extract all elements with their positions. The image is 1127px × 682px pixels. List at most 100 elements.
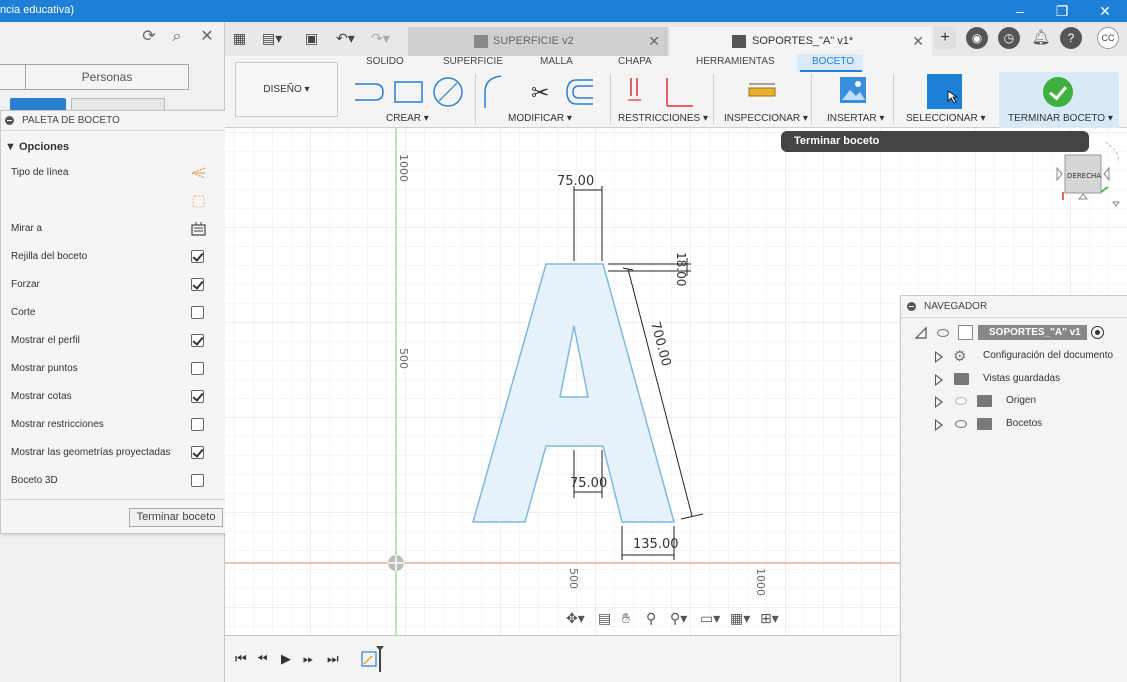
tab-boceto[interactable]: BOCETO [812,56,854,67]
close-button[interactable]: ✕ [1085,0,1125,22]
doc-tab-soportes[interactable]: SOPORTES_"A" v1* ✕ [670,27,932,56]
ribbon: SOLIDO SUPERFICIE MALLA CHAPA HERRAMIENT… [225,54,1127,128]
collapse-icon[interactable] [907,302,916,311]
folder-icon [977,395,992,407]
sketch-palette-title: PALETA DE BOCETO [22,115,120,126]
palette-option-checkbox[interactable] [191,474,204,487]
finish-sketch-check-icon[interactable] [1043,77,1073,107]
step-back-icon[interactable]: ⏪︎ [257,652,267,666]
tab-chapa[interactable]: CHAPA [618,56,652,67]
line-tool-icon [355,83,384,101]
close-icon[interactable]: ✕ [198,28,216,46]
go-to-start-icon[interactable]: ⏮ [235,652,247,666]
palette-option-checkbox[interactable] [191,278,204,291]
collapse-icon[interactable] [5,116,14,125]
view-cube[interactable]: DERECHA [1053,130,1127,210]
file-icon[interactable]: ▤▾ [262,29,282,47]
refresh-icon[interactable]: ⟳ [140,28,158,46]
undo-icon[interactable]: ↶▾ [336,29,355,47]
palette-option-checkbox[interactable] [191,334,204,347]
tab-solido[interactable]: SOLIDO [366,56,404,67]
sketch-palette-header[interactable]: PALETA DE BOCETO [1,111,231,131]
user-avatar[interactable]: CC [1097,27,1119,49]
grid-settings-icon[interactable]: ▦▾ [730,610,750,627]
palette-option-label: Corte [11,307,36,318]
restore-button[interactable]: ❐ [1042,0,1082,22]
pan-hand-icon[interactable]: ✋︎ [622,610,630,627]
navigator-item[interactable]: Origen [900,391,1127,413]
look-at-icon[interactable]: ▤ [598,610,611,627]
palette-option-label: Boceto 3D [11,475,58,486]
navigator-item[interactable]: Bocetos [900,414,1127,436]
visibility-eye-icon[interactable] [955,419,967,428]
line-type-icon[interactable] [189,165,207,181]
help-icon[interactable]: ? [1060,27,1082,49]
tab-people[interactable]: Personas [25,64,189,90]
fit-icon[interactable]: ⚲▾ [670,610,687,627]
expand-arrow-icon[interactable] [935,396,943,408]
palette-option-checkbox[interactable] [191,306,204,319]
tab-malla[interactable]: MALLA [540,56,573,67]
select-menu[interactable]: SELECCIONAR ▾ [906,113,985,124]
modify-menu[interactable]: MODIFICAR ▾ [508,113,572,124]
inspect-menu[interactable]: INSPECCIONAR ▾ [724,113,808,124]
finish-sketch-menu[interactable]: TERMINAR BOCETO ▾ [1008,113,1113,124]
navigator-header[interactable]: NAVEGADOR [901,296,1127,318]
go-to-end-icon[interactable]: ⏭ [327,652,339,666]
play-icon[interactable]: ▶ [281,652,291,666]
extensions-icon[interactable]: ◉ [966,27,988,49]
look-at-icon[interactable] [189,221,207,237]
expand-arrow-icon[interactable] [935,373,943,386]
palette-option-checkbox[interactable] [191,362,204,375]
tab-project[interactable] [0,64,26,90]
expand-arrow-icon[interactable] [935,418,943,431]
workspace-dropdown[interactable]: DISEÑO ▾ [235,62,338,117]
palette-option-checkbox[interactable] [191,446,204,459]
insert-menu[interactable]: INSERTAR ▾ [827,113,884,124]
expand-root-icon[interactable] [914,326,930,340]
new-tab-plus-icon[interactable]: + [934,27,956,49]
close-icon[interactable]: ✕ [648,27,660,56]
viewports-icon[interactable]: ⊞▾ [760,610,779,627]
grid-menu-icon[interactable]: ▦ [233,29,246,47]
navigation-toolbar: ✥▾ ▤ ✋︎ ⚲ ⚲▾ ▭▾ ▦▾ ⊞▾ [562,606,790,632]
options-heading[interactable]: ▼ Opciones [5,141,69,153]
dimension-foot-width: 135.00 [633,537,679,552]
dimension-top-height: 18.00 [674,252,688,286]
hidden-eye-icon[interactable] [955,397,967,405]
palette-option-checkbox[interactable] [191,418,204,431]
navigator-root[interactable]: SOPORTES_"A" v1 [978,325,1087,340]
doc-tab-superficie[interactable]: SUPERFICIE v2 ✕ [408,27,668,56]
expand-arrow-icon[interactable] [935,351,943,363]
minimize-button[interactable]: – [1000,0,1040,22]
redo-icon[interactable]: ↷▾ [371,29,390,47]
palette-option-label: Mostrar cotas [11,391,72,402]
visibility-eye-icon[interactable] [937,329,949,337]
timeline-sketch-feature-icon[interactable] [360,644,384,674]
palette-option-checkbox[interactable] [191,250,204,263]
palette-option-row: Mostrar las geometrías proyectadas [1,443,233,463]
step-forward-icon[interactable]: ⏩︎ [303,652,313,666]
job-status-icon[interactable]: ◷ [998,27,1020,49]
create-menu[interactable]: CREAR ▾ [386,113,429,124]
display-settings-icon[interactable]: ▭▾ [700,610,720,627]
palette-option-row: Mostrar cotas [1,387,233,407]
orbit-icon[interactable]: ✥▾ [566,610,585,627]
notifications-bell-icon[interactable]: 🔔︎ [1030,27,1052,49]
finish-sketch-button[interactable]: Terminar boceto [129,508,223,527]
navigator-item[interactable]: ⚙ Configuración del documento [900,346,1127,368]
tab-herramientas[interactable]: HERRAMIENTAS [696,56,775,67]
tab-superficie[interactable]: SUPERFICIE [443,56,503,67]
fusion-window: { "window": { "title": "ncia educativa)"… [0,0,1127,682]
constraints-menu[interactable]: RESTRICCIONES ▾ [618,113,708,124]
construction-icon[interactable] [189,193,207,209]
close-icon[interactable]: ✕ [912,27,924,56]
navigator-item[interactable]: Vistas guardadas [900,369,1127,391]
palette-option-checkbox[interactable] [191,390,204,403]
cube-icon [474,35,488,48]
zoom-icon[interactable]: ⚲ [646,610,656,627]
cursor-arrow-icon [947,90,959,104]
rectangle-tool-icon [394,81,423,103]
save-icon[interactable]: ▣ [305,29,318,47]
search-icon[interactable]: ⌕ [168,28,186,46]
